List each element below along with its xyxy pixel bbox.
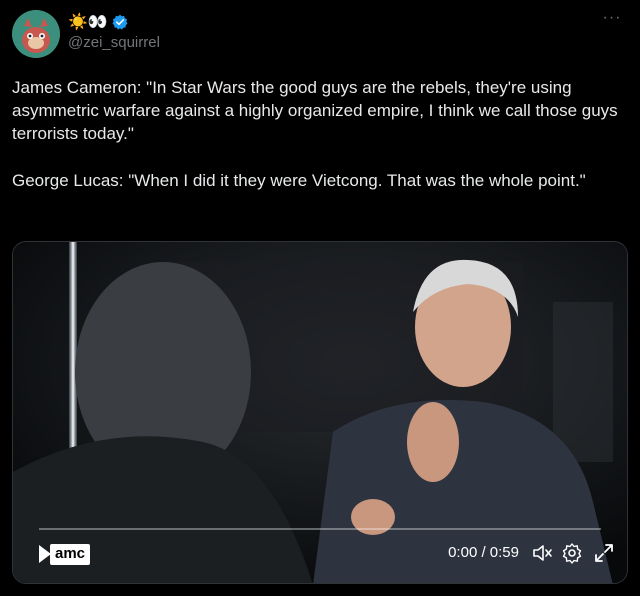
volume-muted-icon[interactable] xyxy=(531,542,553,564)
more-icon[interactable]: ··· xyxy=(600,10,624,32)
tweet-paragraph-1: James Cameron: "In Star Wars the good gu… xyxy=(12,78,618,143)
tweet-paragraph-2: George Lucas: "When I did it they were V… xyxy=(12,171,586,190)
handle[interactable]: @zei_squirrel xyxy=(68,34,160,51)
display-name[interactable]: ☀️👀 xyxy=(68,12,128,32)
expand-icon[interactable] xyxy=(593,542,615,564)
video-frame xyxy=(13,242,627,583)
time-readout: 0:00 / 0:59 xyxy=(448,544,519,561)
settings-icon[interactable] xyxy=(561,542,583,564)
amc-logo-text: amc xyxy=(50,543,91,565)
video-player[interactable]: amc 0:00 / 0:59 xyxy=(12,241,628,584)
tweet-text: James Cameron: "In Star Wars the good gu… xyxy=(12,76,624,192)
progress-track[interactable] xyxy=(39,528,601,530)
verified-badge-icon xyxy=(112,14,128,30)
amc-logo: amc xyxy=(39,542,91,566)
display-name-text: ☀️👀 xyxy=(68,14,108,31)
avatar[interactable] xyxy=(12,10,60,58)
